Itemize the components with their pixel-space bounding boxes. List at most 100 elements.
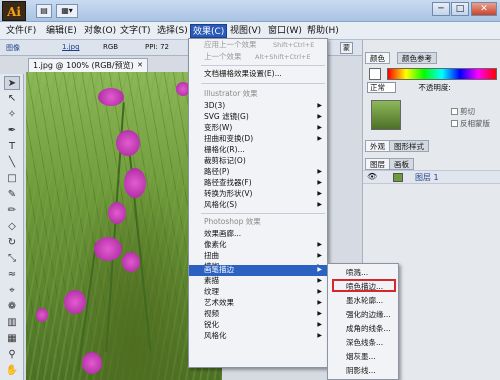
- paintbrush-tool-icon[interactable]: ✎: [4, 188, 20, 202]
- mask-button[interactable]: 蒙: [340, 42, 353, 54]
- selection-tool-icon[interactable]: ➤: [4, 76, 20, 90]
- effect-convert-shape[interactable]: 转换为形状(V) ▶: [189, 189, 327, 199]
- submenu-dark-strokes[interactable]: 深色线条...: [328, 336, 398, 349]
- color-mode: RGB: [103, 43, 119, 51]
- fill-swatch[interactable]: [369, 68, 381, 80]
- invert-mask-checkbox[interactable]: 反相蒙版: [451, 118, 490, 129]
- clip-checkbox[interactable]: 剪切: [451, 106, 475, 117]
- blend-mode-select[interactable]: 正常: [367, 82, 396, 93]
- effect-svg-filters[interactable]: SVG 滤镜(G) ▶: [189, 112, 327, 122]
- effect-warp[interactable]: 变形(W) ▶: [189, 123, 327, 133]
- hand-tool-icon[interactable]: ✋: [4, 364, 20, 378]
- menu-window[interactable]: 窗口(W): [266, 24, 304, 38]
- ppi-value: PPI: 72: [145, 43, 169, 51]
- brush-strokes-submenu: 喷溅... 喷色描边... 墨水轮廓... 强化的边缘... 成角的线条... …: [327, 263, 399, 380]
- effect-distort-transform[interactable]: 扭曲和变换(D) ▶: [189, 134, 327, 144]
- menu-view[interactable]: 视图(V): [228, 24, 263, 38]
- artboards-tab[interactable]: 画板: [389, 158, 414, 170]
- submenu-ink-outlines[interactable]: 墨水轮廓...: [328, 294, 398, 307]
- menu-edit[interactable]: 编辑(E): [44, 24, 79, 38]
- color-spectrum[interactable]: [387, 68, 497, 80]
- effect-sharpen[interactable]: 锐化 ▶: [189, 320, 327, 330]
- linked-file-link[interactable]: 1.jpg: [62, 43, 80, 51]
- effect-artistic[interactable]: 艺术效果 ▶: [189, 298, 327, 308]
- document-raster-settings[interactable]: 文档栅格效果设置(E)...: [189, 69, 327, 79]
- effect-3d[interactable]: 3D(3) ▶: [189, 101, 327, 111]
- effect-pixelate-label: 像素化: [204, 240, 227, 249]
- effect-crop-marks[interactable]: 裁剪标记(O): [189, 156, 327, 166]
- transparency-row: 正常 不透明度:: [367, 82, 497, 94]
- layer-row[interactable]: 👁 图层 1: [363, 170, 500, 184]
- flower: [124, 168, 146, 198]
- eyedropper-tool-icon[interactable]: ⚲: [4, 348, 20, 362]
- effect-pathfinder-label: 路径查找器(F): [204, 178, 252, 187]
- symbol-sprayer-tool-icon[interactable]: ❁: [4, 300, 20, 314]
- mesh-tool-icon[interactable]: ▦: [4, 332, 20, 346]
- menu-type[interactable]: 文字(T): [118, 24, 153, 38]
- eye-icon[interactable]: 👁: [367, 172, 377, 181]
- apply-last-label: 应用上一个效果: [204, 40, 257, 49]
- submenu-angled-strokes[interactable]: 成角的线条...: [328, 322, 398, 335]
- effect-pathfinder[interactable]: 路径查找器(F) ▶: [189, 178, 327, 188]
- layers-tab[interactable]: 图层: [365, 158, 390, 170]
- submenu-accented-edges[interactable]: 强化的边缘...: [328, 308, 398, 321]
- close-tab-icon[interactable]: ✕: [137, 59, 143, 72]
- effect-warp-label: 变形(W): [204, 123, 233, 132]
- graph-tool-icon[interactable]: ▥: [4, 316, 20, 330]
- menu-effect[interactable]: 效果(C): [190, 24, 228, 38]
- submenu-sumi-e[interactable]: 烟灰墨...: [328, 350, 398, 363]
- document-title: 1.jpg @ 100% (RGB/预览): [33, 61, 134, 70]
- type-tool-icon[interactable]: T: [4, 140, 20, 154]
- close-button[interactable]: ✕: [471, 2, 497, 16]
- menu-file[interactable]: 文件(F): [4, 24, 38, 38]
- effect-rasterize[interactable]: 栅格化(R)...: [189, 145, 327, 155]
- rotate-tool-icon[interactable]: ↻: [4, 236, 20, 250]
- rectangle-tool-icon[interactable]: □: [4, 172, 20, 186]
- pen-tool-icon[interactable]: ✒: [4, 124, 20, 138]
- effect-brush-strokes[interactable]: 画笔描边 ▶: [189, 265, 327, 276]
- submenu-crosshatch[interactable]: 阴影线...: [328, 364, 398, 377]
- maximize-button[interactable]: □: [451, 2, 469, 16]
- submenu-arrow-icon: ▶: [317, 321, 322, 328]
- effect-path[interactable]: 路径(P) ▶: [189, 167, 327, 177]
- effect-texture[interactable]: 纹理 ▶: [189, 287, 327, 297]
- menu-help[interactable]: 帮助(H): [305, 24, 341, 38]
- menu-object[interactable]: 对象(O): [82, 24, 118, 38]
- effect-video-label: 视频: [204, 309, 219, 318]
- menu-select[interactable]: 选择(S): [155, 24, 190, 38]
- apply-last-effect[interactable]: 应用上一个效果 Shift+Ctrl+E: [189, 40, 327, 50]
- effect-distort-transform-label: 扭曲和变换(D): [204, 134, 254, 143]
- appearance-tab[interactable]: 外观: [365, 140, 390, 152]
- line-tool-icon[interactable]: ╲: [4, 156, 20, 170]
- color-panel-tab[interactable]: 颜色: [365, 52, 390, 64]
- pencil-tool-icon[interactable]: ✏: [4, 204, 20, 218]
- warp-tool-icon[interactable]: ≈: [4, 268, 20, 282]
- color-guide-tab[interactable]: 颜色参考: [397, 52, 437, 64]
- minimize-button[interactable]: ─: [432, 2, 450, 16]
- flower: [122, 252, 140, 272]
- submenu-spatter[interactable]: 喷溅...: [328, 266, 398, 279]
- bridge-icon[interactable]: ▤: [36, 4, 52, 18]
- flower: [36, 308, 48, 322]
- last-effect[interactable]: 上一个效果 Alt+Shift+Ctrl+E: [189, 52, 327, 62]
- magic-wand-tool-icon[interactable]: ✧: [4, 108, 20, 122]
- effect-stylize-ai[interactable]: 风格化(S) ▶: [189, 200, 327, 210]
- scale-tool-icon[interactable]: ⤡: [4, 252, 20, 266]
- effect-sketch[interactable]: 素描 ▶: [189, 276, 327, 286]
- document-tab[interactable]: 1.jpg @ 100% (RGB/预览) ✕: [28, 58, 148, 72]
- effect-video[interactable]: 视频 ▶: [189, 309, 327, 319]
- submenu-arrow-icon: ▶: [317, 332, 322, 339]
- layer-name: 图层 1: [415, 173, 439, 182]
- effect-pixelate[interactable]: 像素化 ▶: [189, 240, 327, 250]
- graphic-styles-tab[interactable]: 图形样式: [389, 140, 429, 152]
- illustrator-logo: Ai: [2, 1, 26, 21]
- clip-label: 剪切: [460, 107, 475, 116]
- free-transform-tool-icon[interactable]: ⌖: [4, 284, 20, 298]
- effect-stylize-ps[interactable]: 风格化 ▶: [189, 331, 327, 341]
- arrange-documents-icon[interactable]: ▦▾: [56, 4, 78, 18]
- effect-gallery[interactable]: 效果画廊...: [189, 229, 327, 239]
- eraser-tool-icon[interactable]: ◇: [4, 220, 20, 234]
- submenu-arrow-icon: ▶: [317, 135, 322, 142]
- direct-selection-tool-icon[interactable]: ↖: [4, 92, 20, 106]
- effect-distort[interactable]: 扭曲 ▶: [189, 251, 327, 261]
